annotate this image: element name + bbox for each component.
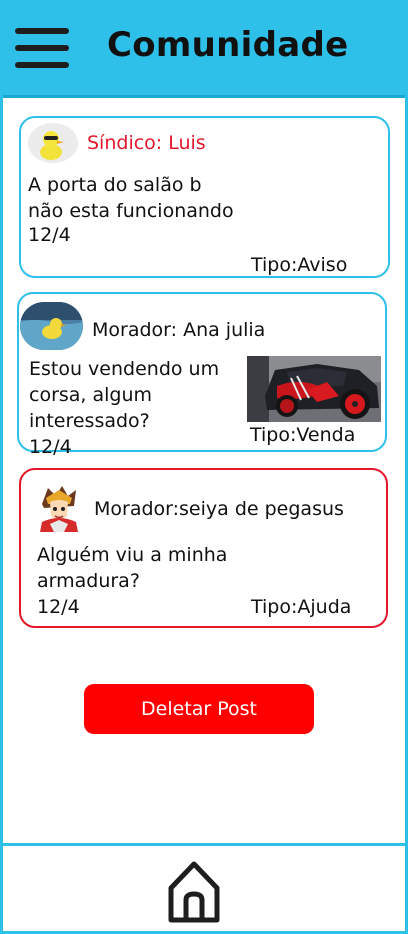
post-date: 12/4 [37, 596, 80, 618]
duck-in-pool-avatar-icon [20, 302, 83, 350]
duck-avatar-icon [28, 123, 78, 163]
post-date: 12/4 [29, 436, 72, 458]
post-message-line: não esta funcionando [28, 200, 234, 222]
post-card[interactable]: Morador:seiya de pegasus Alguém viu a mi… [19, 468, 388, 628]
post-type-label: Tipo:Venda [250, 424, 356, 446]
post-message-line: Estou vendendo um [29, 358, 220, 380]
anime-character-avatar-icon [34, 482, 84, 532]
car-photo [247, 356, 381, 422]
home-icon[interactable] [167, 858, 221, 924]
post-type-label: Tipo:Aviso [251, 254, 348, 276]
post-author: Morador:seiya de pegasus [94, 498, 344, 520]
bottom-nav [3, 843, 405, 931]
post-author: Síndico: Luis [87, 132, 206, 154]
hamburger-menu-icon[interactable] [15, 28, 69, 68]
post-message-line: corsa, algum [29, 384, 153, 406]
page-title: Comunidade [107, 25, 349, 65]
post-type-label: Tipo:Ajuda [251, 596, 352, 618]
post-card[interactable]: Morador: Ana julia Estou vendendo um cor… [17, 292, 387, 458]
delete-post-button[interactable]: Deletar Post [84, 684, 314, 734]
post-message-line: A porta do salão b [28, 174, 202, 196]
post-author: Morador: Ana julia [92, 319, 266, 341]
post-message-line: Alguém viu a minha [37, 544, 228, 566]
top-bar: Comunidade [3, 3, 405, 98]
post-date: 12/4 [28, 224, 71, 246]
post-message-line: interessado? [29, 410, 150, 432]
post-message-line: armadura? [37, 570, 140, 592]
post-card[interactable]: Síndico: Luis A porta do salão b não est… [19, 116, 390, 278]
